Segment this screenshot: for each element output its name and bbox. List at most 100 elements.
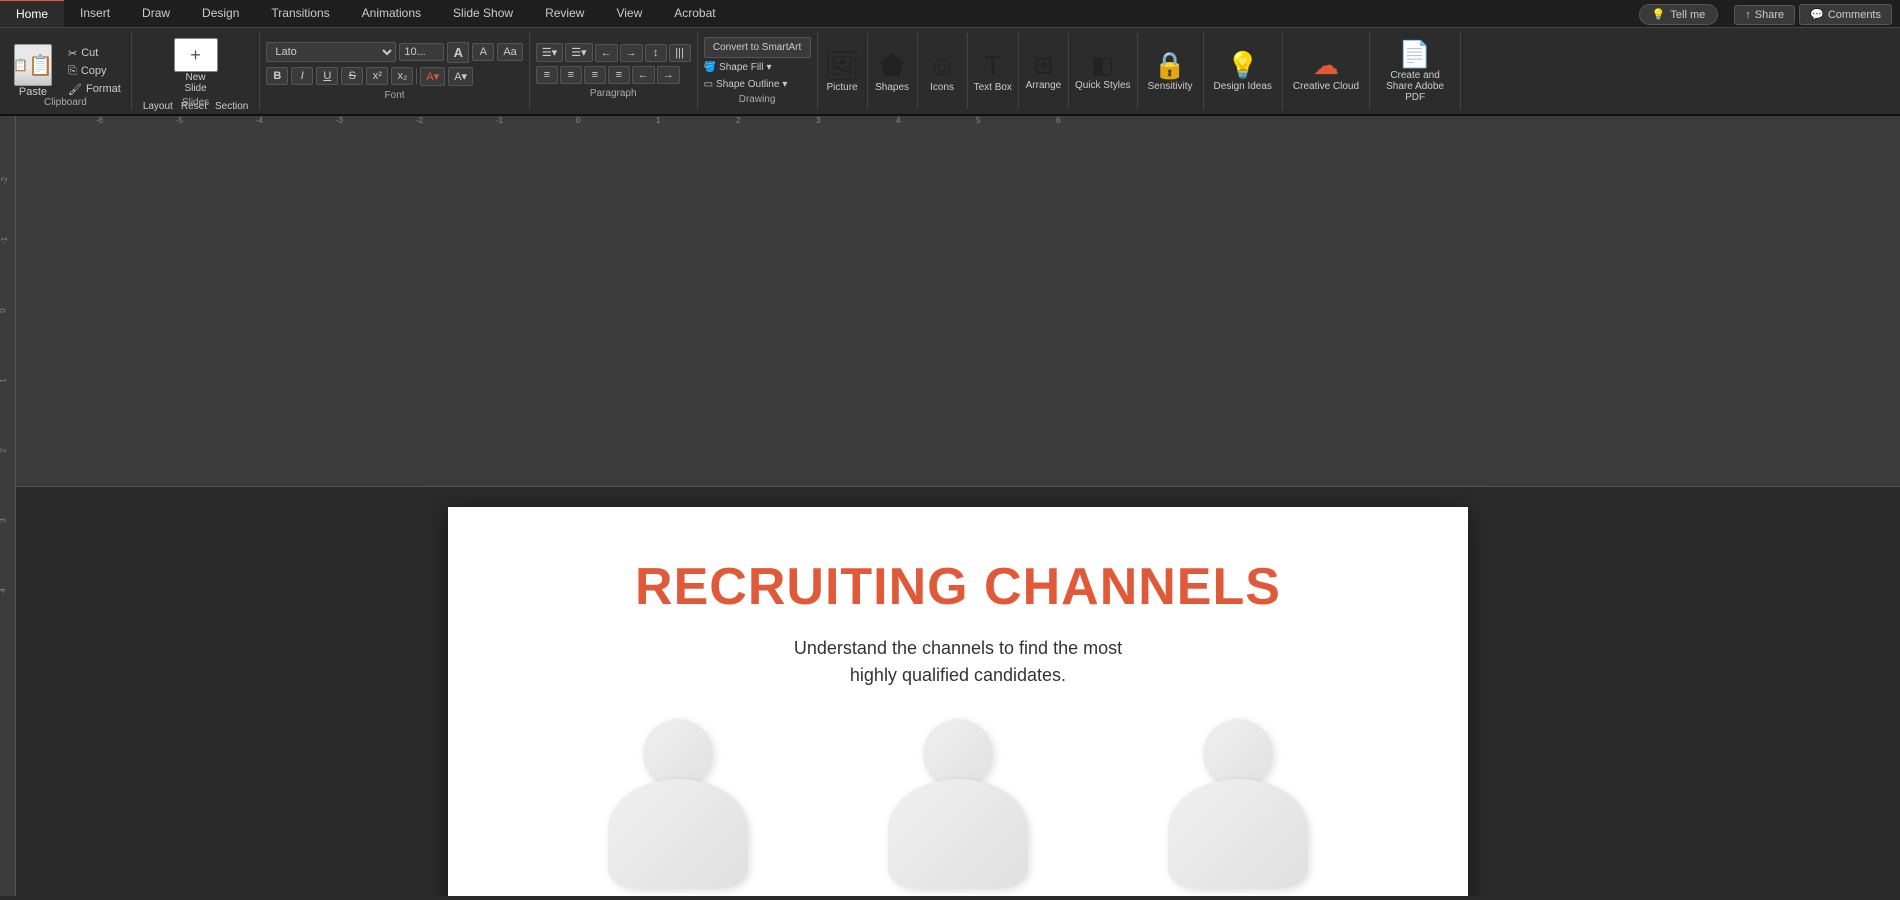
line-spacing-button[interactable]: ↕ <box>645 44 667 62</box>
format-painter-button[interactable]: 🖌 Format <box>64 82 125 97</box>
align-left-button[interactable]: ≡ <box>536 66 558 84</box>
layout-button[interactable]: Layout <box>140 100 176 113</box>
decrease-indent-button[interactable]: ← <box>595 44 618 62</box>
create-share-pdf-button[interactable]: 📄 Create and Share Adobe PDF <box>1370 32 1461 110</box>
italic-button[interactable]: I <box>291 67 313 85</box>
sensitivity-label: Sensitivity <box>1148 81 1193 92</box>
numbering-button[interactable]: ☰▾ <box>565 43 592 62</box>
tab-transitions[interactable]: Transitions <box>255 0 345 27</box>
bullets-button[interactable]: ☰▾ <box>536 43 563 62</box>
text-box-button[interactable]: T Text Box <box>968 32 1019 110</box>
copy-button[interactable]: ⎘ Copy <box>64 64 125 79</box>
tab-home[interactable]: Home <box>0 0 64 27</box>
slides-group-label: Slides <box>182 97 209 108</box>
share-label: Share <box>1755 9 1784 21</box>
font-color-button[interactable]: A▾ <box>420 67 445 86</box>
slide[interactable]: RECRUITING CHANNELS Understand the chann… <box>448 507 1468 897</box>
share-button[interactable]: ↑ Share <box>1734 5 1795 25</box>
tab-view[interactable]: View <box>600 0 658 27</box>
tab-acrobat[interactable]: Acrobat <box>658 0 731 27</box>
shapes-button[interactable]: ⬟ Shapes <box>868 32 918 110</box>
font-group-label: Font <box>266 90 522 101</box>
paste-icon: 📋 <box>14 44 52 86</box>
align-center-button[interactable]: ≡ <box>560 66 582 84</box>
align-right-button[interactable]: ≡ <box>584 66 606 84</box>
rtl-button[interactable]: ← <box>632 66 655 84</box>
referrals-body <box>608 779 748 889</box>
tell-me-search[interactable]: 💡 Tell me <box>1639 4 1719 25</box>
cards-container: REFERRALS Relying only on referrals can … <box>448 719 1468 897</box>
bold-button[interactable]: B <box>266 67 288 85</box>
picture-button[interactable]: 🖼 Picture <box>818 32 868 110</box>
text-box-label: Text Box <box>974 82 1012 93</box>
shape-outline-arrow: ▾ <box>782 79 787 90</box>
quick-styles-button[interactable]: ◧ Quick Styles <box>1069 32 1138 110</box>
decrease-font-size-button[interactable]: A <box>472 43 494 61</box>
new-slide-button[interactable]: + NewSlide <box>170 36 222 96</box>
create-share-pdf-label: Create and Share Adobe PDF <box>1380 70 1450 103</box>
slide-title[interactable]: RECRUITING CHANNELS <box>635 557 1281 617</box>
format-painter-label: Format <box>86 83 121 95</box>
shapes-label: Shapes <box>875 82 909 93</box>
sensitivity-button[interactable]: 🔒 Sensitivity <box>1138 32 1204 110</box>
picture-icon: 🖼 <box>824 49 860 82</box>
job-boards-card[interactable]: JOB BOARDS Write highly specific notices… <box>848 719 1068 897</box>
icons-icon: ☺ <box>928 50 957 82</box>
adobe-icon: 📄 <box>1399 39 1431 70</box>
convert-smartart-button[interactable]: Convert to SmartArt <box>704 37 811 58</box>
tab-slideshow[interactable]: Slide Show <box>437 0 529 27</box>
tab-insert[interactable]: Insert <box>64 0 126 27</box>
arrange-icon: ⊞ <box>1033 51 1053 80</box>
shape-fill-label: Shape Fill <box>719 62 763 73</box>
cut-button[interactable]: ✂ Cut <box>64 46 125 61</box>
tab-draw[interactable]: Draw <box>126 0 186 27</box>
slide-subtitle[interactable]: Understand the channels to find the most… <box>794 635 1122 689</box>
clear-formatting-button[interactable]: Aa <box>497 43 522 61</box>
section-button[interactable]: Section <box>212 100 251 113</box>
subscript-button[interactable]: x₂ <box>391 67 413 85</box>
job-boards-body <box>888 779 1028 889</box>
copy-label: Copy <box>81 65 107 77</box>
superscript-button[interactable]: x² <box>366 67 388 85</box>
increase-font-size-button[interactable]: A <box>447 42 469 63</box>
highlight-button[interactable]: A▾ <box>448 67 473 86</box>
font-size-input[interactable] <box>399 43 444 61</box>
tab-design[interactable]: Design <box>186 0 255 27</box>
subtitle-line2: highly qualified candidates. <box>850 665 1066 685</box>
paste-button[interactable]: 📋 Paste <box>6 40 60 102</box>
comments-button[interactable]: 💬 Comments <box>1799 4 1892 25</box>
passive-candidates-card[interactable]: PASSIVE CANDIDATES Use this tactic spari… <box>1128 719 1348 897</box>
comments-label: Comments <box>1828 9 1881 21</box>
paste-label: Paste <box>19 86 47 98</box>
comment-icon: 💬 <box>1810 8 1824 21</box>
lightbulb-icon: 💡 <box>1652 8 1666 21</box>
justify-button[interactable]: ≡ <box>608 66 630 84</box>
paragraph-group-label: Paragraph <box>536 88 691 99</box>
arrange-label: Arrange <box>1026 80 1062 91</box>
creative-cloud-button[interactable]: ☁ Creative Cloud <box>1283 32 1370 110</box>
increase-indent-button[interactable]: → <box>620 44 643 62</box>
tab-review[interactable]: Review <box>529 0 600 27</box>
design-ideas-button[interactable]: 💡 Design Ideas <box>1204 32 1283 110</box>
creative-cloud-icon: ☁ <box>1313 50 1339 81</box>
tell-me-label: Tell me <box>1670 9 1705 21</box>
quick-styles-icon: ◧ <box>1091 51 1114 80</box>
font-family-select[interactable]: Lato <box>266 42 396 62</box>
shape-fill-icon: 🪣 <box>704 62 716 73</box>
vertical-ruler: -2 -1 0 1 2 3 4 <box>0 116 16 896</box>
job-boards-shape <box>883 719 1033 889</box>
arrange-button[interactable]: ⊞ Arrange <box>1019 32 1069 110</box>
shape-fill-button[interactable]: 🪣 Shape Fill ▾ <box>704 60 811 75</box>
tab-animations[interactable]: Animations <box>346 0 437 27</box>
referrals-shape <box>603 719 753 889</box>
icons-button[interactable]: ☺ Icons <box>918 32 968 110</box>
icons-label: Icons <box>930 82 954 93</box>
strikethrough-button[interactable]: S <box>341 67 363 85</box>
new-slide-label: NewSlide <box>184 72 206 94</box>
underline-button[interactable]: U <box>316 67 338 85</box>
shape-outline-button[interactable]: ▭ Shape Outline ▾ <box>704 77 811 92</box>
columns-button[interactable]: ||| <box>669 44 691 62</box>
referrals-card[interactable]: REFERRALS Relying only on referrals can … <box>568 719 788 897</box>
ltr-button[interactable]: → <box>657 66 680 84</box>
format-painter-icon: 🖌 <box>68 83 82 96</box>
